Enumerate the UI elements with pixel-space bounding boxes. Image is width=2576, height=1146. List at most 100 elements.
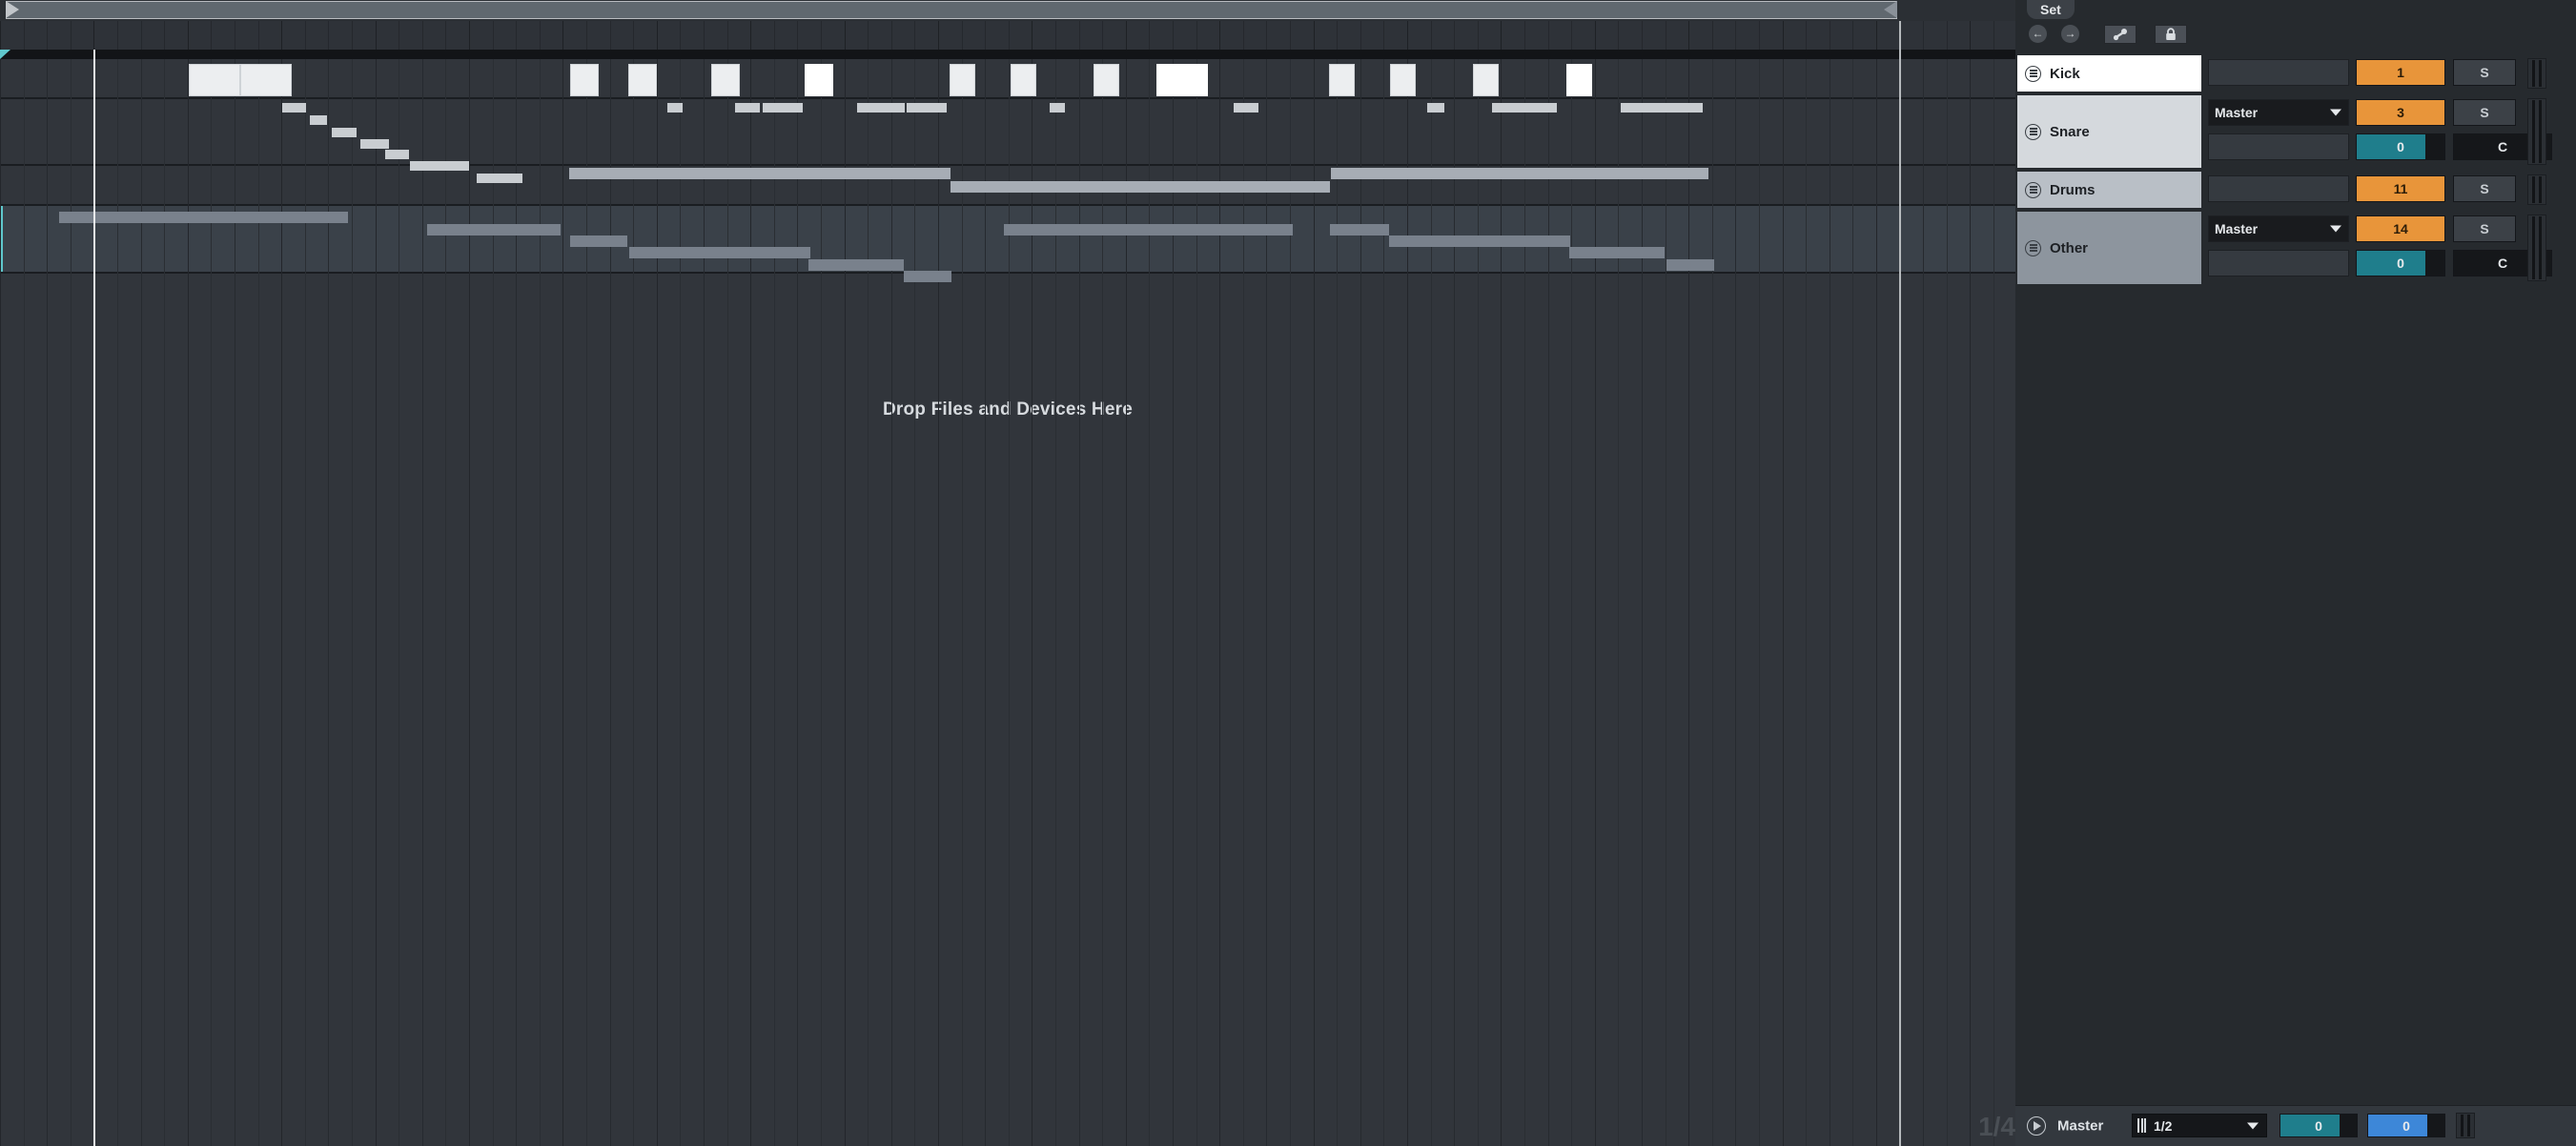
clip[interactable] (1182, 64, 1208, 96)
track-header-drums[interactable]: Drums (2017, 172, 2201, 208)
solo-button-other[interactable]: S (2453, 215, 2516, 242)
arrangement-overview-scrollbar[interactable] (0, 0, 2015, 21)
clip[interactable] (904, 271, 951, 282)
clip[interactable] (629, 247, 810, 258)
timeline-ruler[interactable] (0, 21, 2015, 51)
clip[interactable] (808, 259, 904, 271)
input-routing-other[interactable] (2208, 250, 2349, 276)
send-a-drums[interactable]: 11 (2356, 175, 2445, 202)
master-volume-field[interactable]: 0 (2280, 1114, 2358, 1137)
clip[interactable] (1473, 64, 1499, 96)
automation-pen-icon[interactable] (2104, 25, 2136, 44)
overview-left-arrow-icon[interactable] (6, 1, 19, 18)
arrangement-start-marker-icon (0, 50, 10, 59)
clip[interactable] (59, 212, 348, 223)
loop-brace-bar[interactable] (0, 50, 2015, 59)
clip[interactable] (1004, 224, 1293, 235)
track-row-kick[interactable]: Kick 1 S (2015, 55, 2576, 92)
solo-button-drums[interactable]: S (2453, 175, 2516, 202)
chevron-down-icon (2330, 109, 2341, 116)
send-a-other[interactable]: 14 (2356, 215, 2445, 242)
clip[interactable] (763, 103, 803, 113)
clip[interactable] (951, 181, 1330, 193)
input-routing-snare[interactable] (2208, 133, 2349, 160)
clip[interactable] (1011, 64, 1036, 96)
clip[interactable] (570, 64, 599, 96)
clip[interactable] (1050, 103, 1065, 113)
clip[interactable] (360, 139, 389, 149)
output-routing-other[interactable]: Master (2208, 215, 2349, 242)
clip[interactable] (1492, 103, 1557, 113)
clip[interactable] (1094, 64, 1119, 96)
play-icon[interactable] (2027, 1116, 2046, 1136)
track-menu-icon[interactable] (2025, 65, 2041, 82)
clip[interactable] (189, 64, 240, 96)
track-row-drums[interactable]: Drums 11 S (2015, 172, 2576, 208)
track-lane-kick[interactable] (0, 59, 2015, 99)
ruler-tick (516, 21, 517, 50)
clip[interactable] (477, 174, 522, 183)
send-b-snare[interactable]: 0 (2356, 133, 2445, 160)
clip[interactable] (1329, 64, 1355, 96)
clip[interactable] (907, 103, 947, 113)
clip[interactable] (711, 64, 740, 96)
clip[interactable] (240, 64, 292, 96)
track-row-snare[interactable]: Snare Master 3 S 0 C (2015, 95, 2576, 168)
clip[interactable] (1666, 259, 1714, 271)
ruler-tick (188, 21, 189, 50)
track-header-snare[interactable]: Snare (2017, 95, 2201, 168)
nav-forward-button[interactable]: → (2061, 25, 2079, 43)
output-routing-snare[interactable]: Master (2208, 99, 2349, 126)
clip[interactable] (667, 103, 683, 113)
lock-icon[interactable] (2155, 25, 2187, 44)
clip[interactable] (310, 115, 327, 125)
clip[interactable] (1390, 64, 1416, 96)
nav-back-button[interactable]: ← (2029, 25, 2047, 43)
track-menu-icon[interactable] (2025, 239, 2041, 256)
clip[interactable] (410, 161, 469, 171)
clip[interactable] (427, 224, 561, 235)
clip[interactable] (950, 64, 975, 96)
clip[interactable] (332, 128, 357, 137)
clip[interactable] (282, 103, 306, 113)
clip[interactable] (570, 235, 627, 247)
clip[interactable] (1427, 103, 1444, 113)
clip[interactable] (1389, 235, 1570, 247)
master-pan-field[interactable]: 0 (2367, 1114, 2445, 1137)
clip[interactable] (1234, 103, 1258, 113)
ruler-tick (1407, 21, 1408, 50)
ruler-tick (1431, 21, 1432, 50)
track-row-other[interactable]: Other Master 14 S 0 C (2015, 212, 2576, 284)
clip[interactable] (857, 103, 905, 113)
pen-glyph (2113, 28, 2127, 40)
track-header-other[interactable]: Other (2017, 212, 2201, 284)
solo-button-kick[interactable]: S (2453, 59, 2516, 86)
solo-button-snare[interactable]: S (2453, 99, 2516, 126)
set-tab[interactable]: Set (2027, 0, 2075, 19)
clip[interactable] (628, 64, 657, 96)
clip[interactable] (569, 168, 951, 179)
send-b-other[interactable]: 0 (2356, 250, 2445, 276)
clip[interactable] (385, 150, 409, 159)
ruler-tick (1454, 21, 1455, 50)
clip[interactable] (1621, 103, 1703, 113)
clip[interactable] (805, 64, 833, 96)
overview-scroll-thumb[interactable] (6, 1, 1897, 19)
clip[interactable] (1156, 64, 1182, 96)
track-header-kick[interactable]: Kick (2017, 55, 2201, 92)
quantization-dropdown[interactable]: 1/2 (2132, 1114, 2267, 1137)
send-a-kick[interactable]: 1 (2356, 59, 2445, 86)
level-meter-drums (2527, 174, 2546, 205)
track-menu-icon[interactable] (2025, 181, 2041, 198)
clip[interactable] (1330, 224, 1389, 235)
clip[interactable] (1331, 168, 1708, 179)
clip[interactable] (735, 103, 760, 113)
track-menu-icon[interactable] (2025, 123, 2041, 140)
output-routing-kick[interactable] (2208, 59, 2349, 86)
ruler-tick (891, 21, 892, 50)
clip[interactable] (1569, 247, 1665, 258)
send-a-snare[interactable]: 3 (2356, 99, 2445, 126)
drop-files-zone[interactable]: Drop Files and Devices Here (0, 274, 2015, 1146)
output-routing-drums[interactable] (2208, 175, 2349, 202)
clip[interactable] (1566, 64, 1592, 96)
